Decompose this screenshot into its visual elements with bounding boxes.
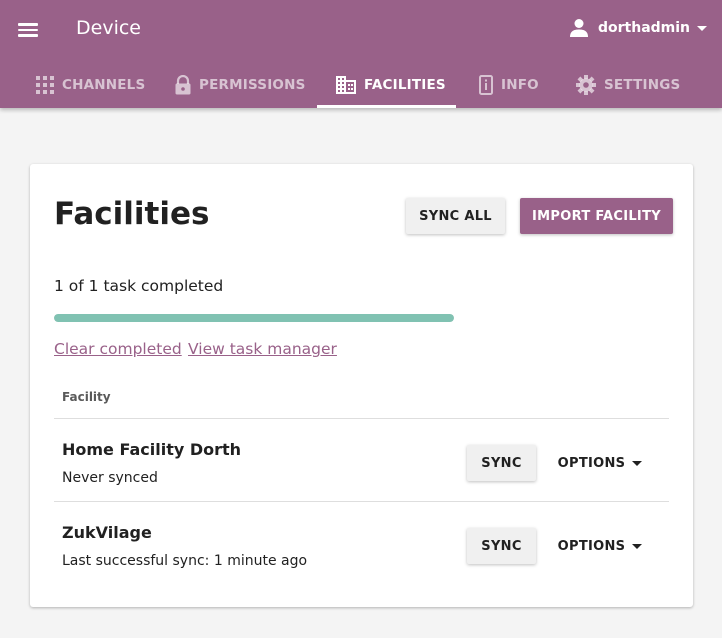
sync-button[interactable]: SYNC: [467, 445, 536, 481]
divider: [54, 501, 669, 502]
user-menu[interactable]: dorthadmin: [570, 16, 708, 40]
tab-facilities[interactable]: FACILITIES: [317, 62, 456, 108]
options-label: OPTIONS: [557, 455, 626, 471]
task-progress-bar: [54, 314, 454, 322]
tab-permissions[interactable]: PERMISSIONS: [175, 62, 306, 108]
tab-info[interactable]: INFO: [479, 62, 539, 108]
divider: [54, 418, 669, 419]
page-title: Facilities: [54, 196, 210, 232]
tab-label: CHANNELS: [62, 77, 146, 93]
gear-icon: [576, 75, 596, 95]
options-button[interactable]: OPTIONS: [550, 445, 650, 481]
task-status-text: 1 of 1 task completed: [54, 277, 224, 295]
chevron-down-icon: [697, 25, 708, 31]
person-icon: [570, 19, 588, 37]
tab-label: SETTINGS: [604, 77, 681, 93]
facility-sync-status: Last successful sync: 1 minute ago: [62, 553, 308, 569]
hamburger-menu-icon[interactable]: [18, 20, 40, 38]
nav-tabs: CHANNELS PERMISSIONS FACILITIES INFO SET…: [0, 62, 722, 108]
tab-settings[interactable]: SETTINGS: [576, 62, 680, 108]
chevron-down-icon: [632, 543, 643, 549]
sync-all-button[interactable]: SYNC ALL: [406, 198, 505, 234]
info-icon: [479, 75, 493, 95]
task-progress-fill: [54, 314, 454, 322]
tab-channels[interactable]: CHANNELS: [36, 62, 145, 108]
tab-label: FACILITIES: [364, 77, 446, 93]
import-facility-button[interactable]: IMPORT FACILITY: [520, 198, 673, 234]
facility-column-header: Facility: [62, 390, 111, 404]
facility-name: ZukVilage: [62, 523, 152, 542]
facility-sync-status: Never synced: [62, 470, 158, 486]
options-label: OPTIONS: [557, 538, 626, 554]
username: dorthadmin: [598, 20, 691, 36]
tab-label: PERMISSIONS: [199, 77, 306, 93]
facilities-card: Facilities SYNC ALL IMPORT FACILITY 1 of…: [30, 164, 693, 607]
tab-label: INFO: [501, 77, 539, 93]
options-button[interactable]: OPTIONS: [550, 528, 650, 564]
chevron-down-icon: [632, 460, 643, 466]
app-bar: Device dorthadmin CHANNELS PERMISSIONS F…: [0, 0, 722, 108]
view-task-manager-link[interactable]: View task manager: [188, 340, 337, 358]
lock-icon: [175, 75, 191, 95]
app-title: Device: [76, 17, 141, 39]
facility-name: Home Facility Dorth: [62, 440, 242, 459]
building-icon: [336, 76, 356, 94]
clear-completed-link[interactable]: Clear completed: [54, 340, 182, 358]
sync-button[interactable]: SYNC: [467, 528, 536, 564]
grid-icon: [36, 76, 54, 94]
